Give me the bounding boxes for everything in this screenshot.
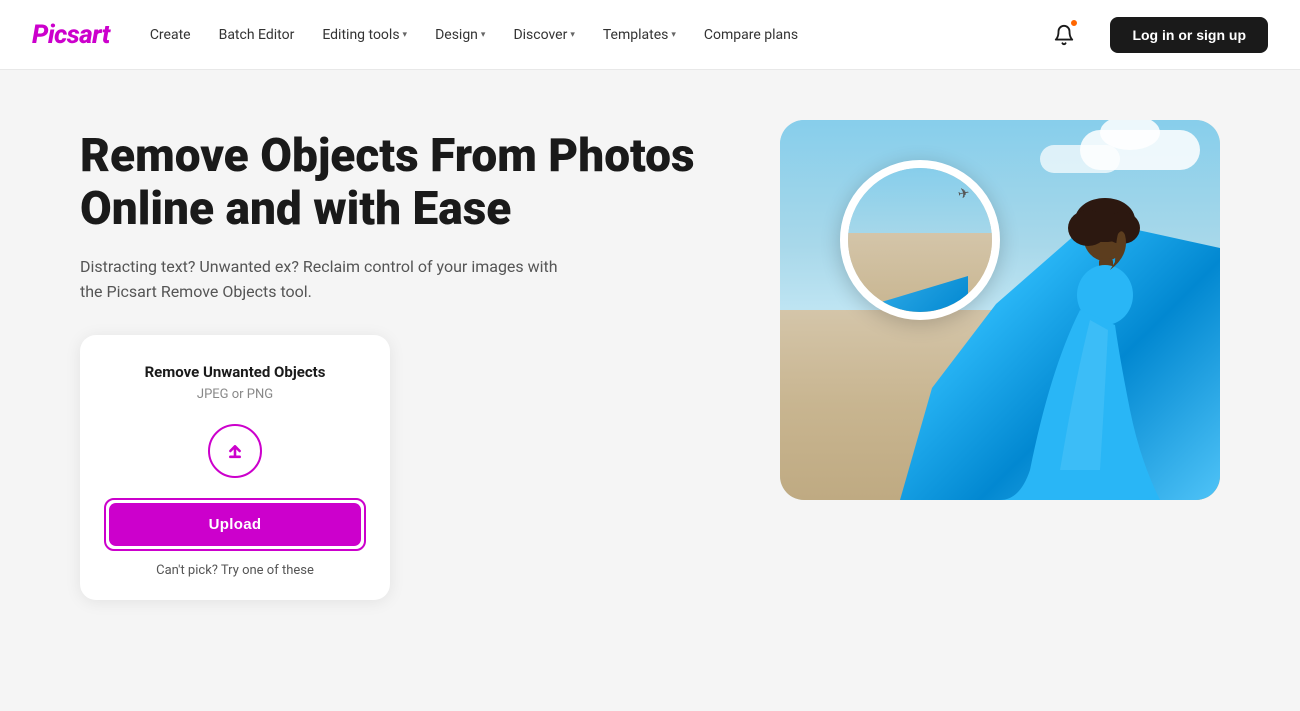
- upload-arrow-icon: [221, 437, 249, 465]
- woman-figure: [1000, 190, 1160, 500]
- notification-badge: [1070, 19, 1078, 27]
- cant-pick-text: Can't pick? Try one of these: [156, 563, 314, 578]
- nav-discover[interactable]: Discover ▾: [513, 27, 574, 43]
- chevron-down-icon: ▾: [671, 30, 676, 40]
- login-button[interactable]: Log in or sign up: [1110, 17, 1268, 53]
- nav-batch-editor[interactable]: Batch Editor: [219, 27, 295, 43]
- navbar: Picsart Create Batch Editor Editing tool…: [0, 0, 1300, 70]
- hero-subtitle: Distracting text? Unwanted ex? Reclaim c…: [80, 254, 580, 305]
- hero-image: ✈: [780, 120, 1220, 510]
- nav-editing-tools[interactable]: Editing tools ▾: [322, 27, 407, 43]
- nav-create[interactable]: Create: [150, 27, 191, 43]
- upload-icon-button[interactable]: [208, 424, 262, 478]
- lens-circle-effect: ✈: [840, 160, 1000, 320]
- cloud-decoration-2: [1040, 145, 1120, 173]
- chevron-down-icon: ▾: [570, 30, 575, 40]
- upload-card: Remove Unwanted Objects JPEG or PNG Uplo…: [80, 335, 390, 600]
- notifications-bell[interactable]: [1046, 17, 1082, 53]
- upload-card-file-types: JPEG or PNG: [197, 387, 273, 402]
- hero-content: Remove Objects From Photos Online and wi…: [80, 130, 700, 600]
- nav-design[interactable]: Design ▾: [435, 27, 485, 43]
- bell-icon: [1053, 24, 1075, 46]
- lens-sky: [848, 168, 992, 240]
- upload-button[interactable]: Upload: [109, 503, 361, 546]
- upload-button-wrapper: Upload: [104, 498, 366, 551]
- hero-section: Remove Objects From Photos Online and wi…: [0, 70, 1300, 711]
- chevron-down-icon: ▾: [403, 30, 408, 40]
- nav-compare-plans[interactable]: Compare plans: [704, 27, 798, 43]
- nav-templates[interactable]: Templates ▾: [603, 27, 676, 43]
- chevron-down-icon: ▾: [481, 30, 486, 40]
- hero-title: Remove Objects From Photos Online and wi…: [80, 130, 700, 236]
- upload-card-title: Remove Unwanted Objects: [145, 363, 326, 381]
- hero-illustration: ✈: [780, 120, 1220, 500]
- logo[interactable]: Picsart: [32, 20, 110, 50]
